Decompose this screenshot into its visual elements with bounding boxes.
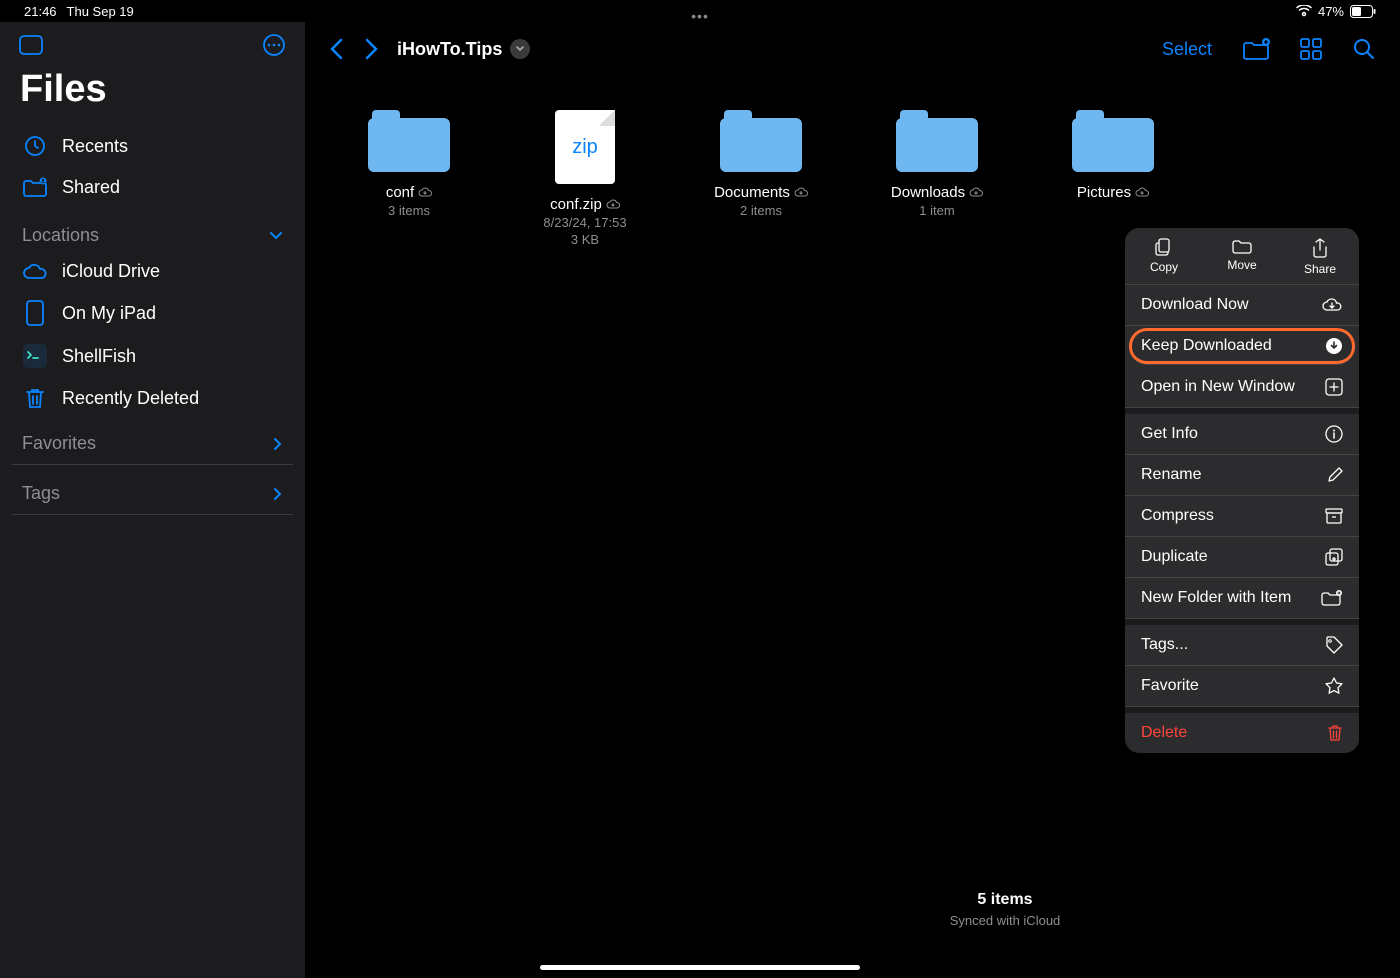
folder-item[interactable]: Documents 2 items bbox=[701, 110, 821, 247]
cloud-download-icon bbox=[794, 187, 808, 198]
wifi-icon bbox=[1296, 5, 1312, 17]
star-icon bbox=[1325, 677, 1343, 695]
sidebar-item-label: Recently Deleted bbox=[62, 388, 199, 409]
cloud-download-icon bbox=[418, 187, 432, 198]
chevron-right-icon bbox=[273, 487, 283, 501]
cloud-download-icon bbox=[969, 187, 983, 198]
footer-status: 5 items Synced with iCloud bbox=[610, 891, 1400, 928]
sidebar-item-label: On My iPad bbox=[62, 303, 156, 324]
sidebar-toggle-icon[interactable] bbox=[18, 34, 44, 56]
cloud-download-icon bbox=[606, 199, 620, 210]
sidebar-item-label: Recents bbox=[62, 136, 128, 157]
sidebar-item-label: iCloud Drive bbox=[62, 261, 160, 282]
more-options-icon[interactable] bbox=[261, 34, 287, 56]
chevron-down-icon bbox=[510, 39, 530, 59]
menu-compress[interactable]: Compress bbox=[1125, 496, 1359, 537]
info-icon bbox=[1325, 425, 1343, 443]
menu-duplicate[interactable]: Duplicate bbox=[1125, 537, 1359, 578]
folder-item[interactable]: conf 3 items bbox=[349, 110, 469, 247]
forward-button[interactable] bbox=[363, 38, 379, 60]
menu-download-now[interactable]: Download Now bbox=[1125, 285, 1359, 326]
content-area: iHowTo.Tips Select c bbox=[305, 22, 1400, 978]
menu-favorite[interactable]: Favorite bbox=[1125, 666, 1359, 707]
toolbar: iHowTo.Tips Select bbox=[305, 22, 1400, 76]
menu-copy[interactable]: Copy bbox=[1125, 228, 1203, 284]
status-time: 21:46 bbox=[24, 4, 57, 19]
folder-icon bbox=[1232, 238, 1252, 254]
menu-tags[interactable]: Tags... bbox=[1125, 619, 1359, 666]
downloaded-circle-icon bbox=[1325, 337, 1343, 355]
battery-icon bbox=[1350, 5, 1376, 18]
home-indicator[interactable] bbox=[540, 965, 860, 970]
sidebar-item-recents[interactable]: Recents bbox=[12, 125, 293, 167]
folder-item[interactable]: Pictures bbox=[1053, 110, 1173, 247]
folder-icon bbox=[720, 110, 802, 172]
plus-square-icon bbox=[1325, 378, 1343, 396]
sidebar-item-onmyipad[interactable]: On My iPad bbox=[12, 291, 293, 335]
tags-header[interactable]: Tags bbox=[12, 469, 293, 515]
menu-delete[interactable]: Delete bbox=[1125, 707, 1359, 753]
tag-icon bbox=[1325, 636, 1343, 654]
sidebar-item-shellfish[interactable]: ShellFish bbox=[12, 335, 293, 377]
chevron-down-icon bbox=[269, 231, 283, 241]
sidebar-item-label: Shared bbox=[62, 177, 120, 198]
cloud-icon bbox=[22, 263, 48, 281]
folder-icon bbox=[896, 110, 978, 172]
folder-item[interactable]: Downloads 1 item bbox=[877, 110, 997, 247]
view-options-button[interactable] bbox=[1300, 38, 1322, 60]
ipad-icon bbox=[22, 300, 48, 326]
favorites-header[interactable]: Favorites bbox=[12, 419, 293, 465]
breadcrumb[interactable]: iHowTo.Tips bbox=[397, 39, 530, 60]
pencil-icon bbox=[1327, 467, 1343, 483]
sidebar-item-shared[interactable]: Shared bbox=[12, 167, 293, 207]
folder-icon bbox=[368, 110, 450, 172]
clock-icon bbox=[22, 134, 48, 158]
new-folder-button[interactable] bbox=[1242, 37, 1270, 61]
menu-move[interactable]: Move bbox=[1203, 228, 1281, 284]
share-icon bbox=[1312, 238, 1328, 258]
search-button[interactable] bbox=[1352, 37, 1376, 61]
chevron-right-icon bbox=[273, 437, 283, 451]
folder-plus-icon bbox=[1321, 590, 1343, 606]
select-button[interactable]: Select bbox=[1162, 39, 1212, 60]
status-date: Thu Sep 19 bbox=[67, 4, 134, 19]
shared-folder-icon bbox=[22, 176, 48, 198]
menu-rename[interactable]: Rename bbox=[1125, 455, 1359, 496]
menu-get-info[interactable]: Get Info bbox=[1125, 408, 1359, 455]
archive-icon bbox=[1325, 508, 1343, 524]
menu-share[interactable]: Share bbox=[1281, 228, 1359, 284]
menu-new-folder[interactable]: New Folder with Item bbox=[1125, 578, 1359, 619]
sidebar: Files Recents Shared Locations iCloud Dr… bbox=[0, 22, 305, 978]
folder-icon bbox=[1072, 110, 1154, 172]
duplicate-icon bbox=[1325, 548, 1343, 566]
trash-icon bbox=[1327, 724, 1343, 742]
context-menu: Copy Move Share Download Now Keep Downlo… bbox=[1125, 228, 1359, 753]
zip-file-icon: zip bbox=[555, 110, 615, 184]
locations-header[interactable]: Locations bbox=[12, 207, 293, 252]
sidebar-item-icloud[interactable]: iCloud Drive bbox=[12, 252, 293, 291]
trash-icon bbox=[22, 386, 48, 410]
sidebar-item-recentlydeleted[interactable]: Recently Deleted bbox=[12, 377, 293, 419]
sidebar-item-label: ShellFish bbox=[62, 346, 136, 367]
cloud-download-icon bbox=[1135, 187, 1149, 198]
app-title: Files bbox=[12, 68, 293, 125]
back-button[interactable] bbox=[329, 38, 345, 60]
menu-keep-downloaded[interactable]: Keep Downloaded bbox=[1129, 328, 1355, 365]
shellfish-app-icon bbox=[22, 344, 48, 368]
file-item[interactable]: zip conf.zip 8/23/24, 17:53 3 KB bbox=[525, 110, 645, 247]
cloud-download-icon bbox=[1321, 297, 1343, 313]
copy-icon bbox=[1155, 238, 1173, 256]
menu-new-window[interactable]: Open in New Window bbox=[1125, 367, 1359, 408]
battery-percent: 47% bbox=[1318, 4, 1344, 19]
